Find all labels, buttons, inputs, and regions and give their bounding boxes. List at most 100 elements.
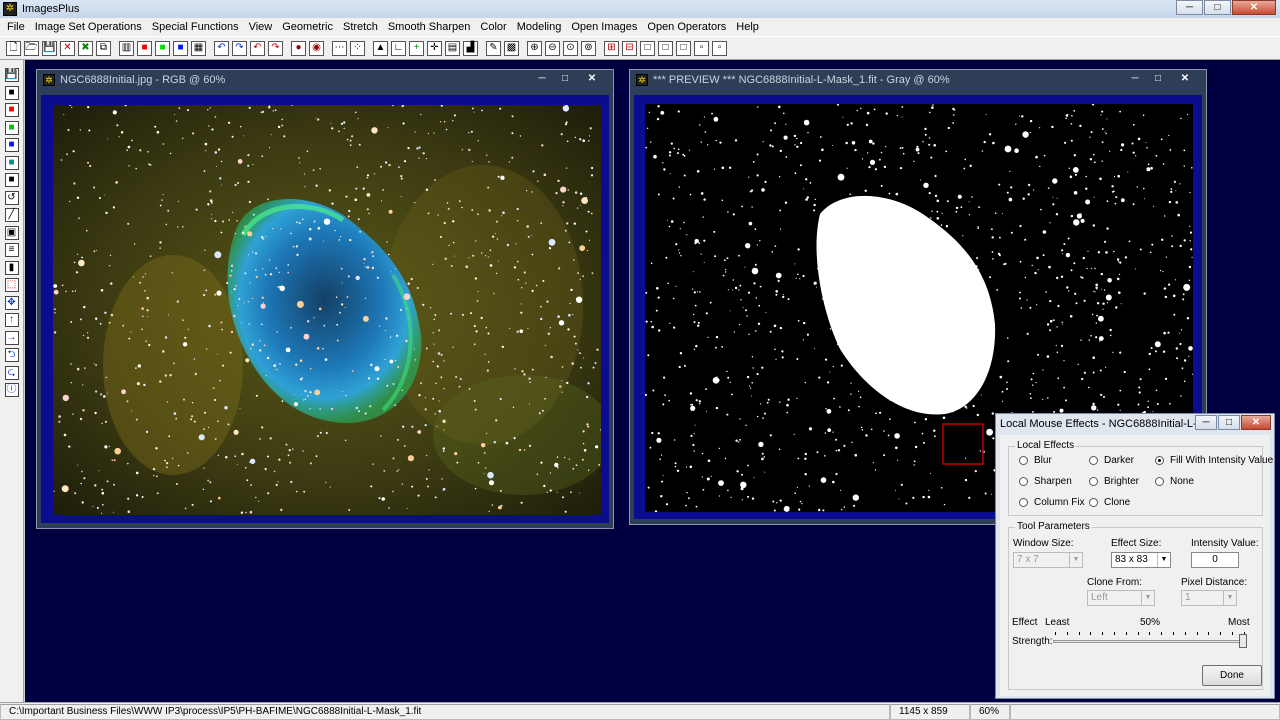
open-icon[interactable]: 🗁 — [24, 40, 39, 56]
box-4-icon[interactable]: ▫ — [694, 40, 709, 56]
red-channel-icon[interactable]: ■ — [137, 40, 152, 56]
dialog-close-button[interactable]: ✕ — [1241, 415, 1271, 430]
radio-column-fix[interactable]: Column Fix — [1019, 497, 1085, 508]
menu-file[interactable]: File — [2, 19, 30, 35]
save-tool-icon[interactable]: 💾 — [4, 68, 19, 82]
image-window-minimize-button[interactable]: ─ — [531, 71, 553, 86]
points-icon[interactable]: ⁘ — [350, 40, 365, 56]
green-layer-icon[interactable]: ■ — [4, 120, 19, 135]
nebula-image-rgb[interactable] — [53, 105, 601, 515]
box-1-icon[interactable]: □ — [640, 40, 655, 56]
zoom-out-icon[interactable]: ⊖ — [545, 40, 560, 56]
column-icon[interactable]: ▮ — [4, 260, 19, 275]
menu-smooth-sharpen[interactable]: Smooth Sharpen — [383, 19, 476, 35]
radio-fill-with-intensity-value[interactable]: Fill With Intensity Value — [1155, 455, 1273, 466]
menu-modeling[interactable]: Modeling — [512, 19, 567, 35]
rotate-icon[interactable]: ↺ — [4, 190, 19, 205]
preview-window-maximize-button[interactable]: □ — [1147, 71, 1169, 86]
blue-layer-icon[interactable]: ■ — [4, 138, 19, 152]
radio-brighter[interactable]: Brighter — [1089, 476, 1139, 487]
radio-darker[interactable]: Darker — [1089, 455, 1134, 466]
radio-clone[interactable]: Clone — [1089, 497, 1130, 508]
menu-special-functions[interactable]: Special Functions — [147, 19, 244, 35]
zoom-in-icon[interactable]: ⊕ — [527, 40, 542, 56]
line-icon[interactable]: ╱ — [4, 208, 19, 222]
maximize-button[interactable]: □ — [1204, 0, 1231, 15]
close-button[interactable]: ✕ — [1232, 0, 1276, 15]
save-icon[interactable]: 💾 — [42, 40, 57, 56]
chart-icon[interactable]: ▟ — [463, 40, 478, 56]
grid-icon[interactable]: ▦ — [191, 40, 206, 56]
close-all-icon[interactable]: ✖ — [78, 40, 93, 56]
box-3-icon[interactable]: □ — [676, 40, 691, 56]
strength-slider-track[interactable] — [1053, 640, 1245, 643]
zoom-actual-icon[interactable]: ⊚ — [581, 40, 596, 56]
frame-icon[interactable]: ▣ — [4, 225, 19, 240]
undo-icon[interactable]: ↶ — [214, 40, 229, 56]
record-icon[interactable]: ● — [291, 40, 306, 56]
menu-color[interactable]: Color — [475, 19, 511, 35]
image-window-title-bar[interactable]: ✲ NGC6888Initial.jpg - RGB @ 60% — [37, 70, 613, 90]
stop-icon[interactable]: ◉ — [309, 40, 324, 56]
add-icon[interactable]: + — [409, 40, 424, 56]
effect-size-select[interactable]: 83 x 83 ▼ — [1111, 552, 1171, 568]
strength-slider-thumb[interactable] — [1239, 634, 1247, 648]
box-5-icon[interactable]: ▫ — [712, 40, 727, 56]
intensity-value-input[interactable]: 0 — [1191, 552, 1239, 568]
dialog-minimize-button[interactable]: ─ — [1195, 415, 1217, 430]
pixel-distance-select[interactable]: 1 ▼ — [1181, 590, 1237, 606]
menu-view[interactable]: View — [244, 19, 278, 35]
menu-stretch[interactable]: Stretch — [338, 19, 383, 35]
box-2-icon[interactable]: □ — [658, 40, 673, 56]
arrow-right-icon[interactable]: → — [4, 330, 19, 345]
subtract-box-icon[interactable]: ⊟ — [622, 40, 637, 56]
dark-layer-icon[interactable]: ■ — [4, 173, 19, 187]
axes-icon[interactable]: ∟ — [391, 40, 406, 56]
done-button[interactable]: Done — [1202, 665, 1262, 686]
green-channel-icon[interactable]: ■ — [155, 40, 170, 56]
radio-blur[interactable]: Blur — [1019, 455, 1052, 466]
menu-geometric[interactable]: Geometric — [277, 19, 338, 35]
preview-window-title-bar[interactable]: ✲ *** PREVIEW *** NGC6888Initial-L-Mask_… — [630, 70, 1206, 90]
undo-all-icon[interactable]: ↶ — [250, 40, 265, 56]
redo-icon[interactable]: ↷ — [232, 40, 247, 56]
table-icon[interactable]: ▤ — [445, 40, 460, 56]
copy-icon[interactable]: ⧉ — [96, 40, 111, 56]
window-size-select[interactable]: 7 x 7 ▼ — [1013, 552, 1083, 568]
redo-all-icon[interactable]: ↷ — [268, 40, 283, 56]
menu-help[interactable]: Help — [731, 19, 764, 35]
black-square-icon[interactable]: ■ — [4, 85, 19, 100]
dots-icon[interactable]: ⋯ — [332, 40, 347, 56]
bars-icon[interactable]: ≡ — [4, 243, 19, 257]
rgb-channels-icon[interactable]: ▥ — [119, 40, 134, 56]
matrix-icon[interactable]: ▩ — [504, 40, 519, 56]
add-box-icon[interactable]: ⊞ — [604, 40, 619, 56]
crosshair-icon[interactable]: ✛ — [427, 40, 442, 56]
redo-down-icon[interactable]: ⮎ — [4, 365, 19, 380]
info-icon[interactable]: ⓘ — [4, 383, 19, 397]
blue-channel-icon[interactable]: ■ — [173, 40, 188, 56]
minimize-button[interactable]: ─ — [1176, 0, 1203, 15]
cyan-layer-icon[interactable]: ■ — [4, 155, 19, 170]
radio-none[interactable]: None — [1155, 476, 1194, 487]
image-window-rgb[interactable]: ✲ NGC6888Initial.jpg - RGB @ 60% ─ □ ✕ — [36, 69, 614, 529]
menu-open-images[interactable]: Open Images — [566, 19, 642, 35]
close-image-icon[interactable]: ✕ — [60, 40, 75, 56]
arrow-up-icon[interactable]: ↑ — [4, 313, 19, 327]
select-icon[interactable]: ⬚ — [4, 278, 19, 292]
clone-from-select[interactable]: Left ▼ — [1087, 590, 1155, 606]
dialog-maximize-button[interactable]: □ — [1218, 415, 1240, 430]
menu-open-operators[interactable]: Open Operators — [642, 19, 731, 35]
image-window-close-button[interactable]: ✕ — [577, 71, 607, 86]
zoom-fit-icon[interactable]: ⊙ — [563, 40, 578, 56]
move-icon[interactable]: ✥ — [4, 295, 19, 310]
histogram-icon[interactable]: ▲ — [373, 40, 388, 56]
image-window-maximize-button[interactable]: □ — [554, 71, 576, 86]
preview-window-minimize-button[interactable]: ─ — [1124, 71, 1146, 86]
preview-window-close-button[interactable]: ✕ — [1170, 71, 1200, 86]
new-icon[interactable]: 🗋 — [6, 40, 21, 56]
menu-image-set-operations[interactable]: Image Set Operations — [30, 19, 147, 35]
radio-sharpen[interactable]: Sharpen — [1019, 476, 1072, 487]
pencil-icon[interactable]: ✎ — [486, 40, 501, 56]
red-layer-icon[interactable]: ■ — [4, 103, 19, 117]
